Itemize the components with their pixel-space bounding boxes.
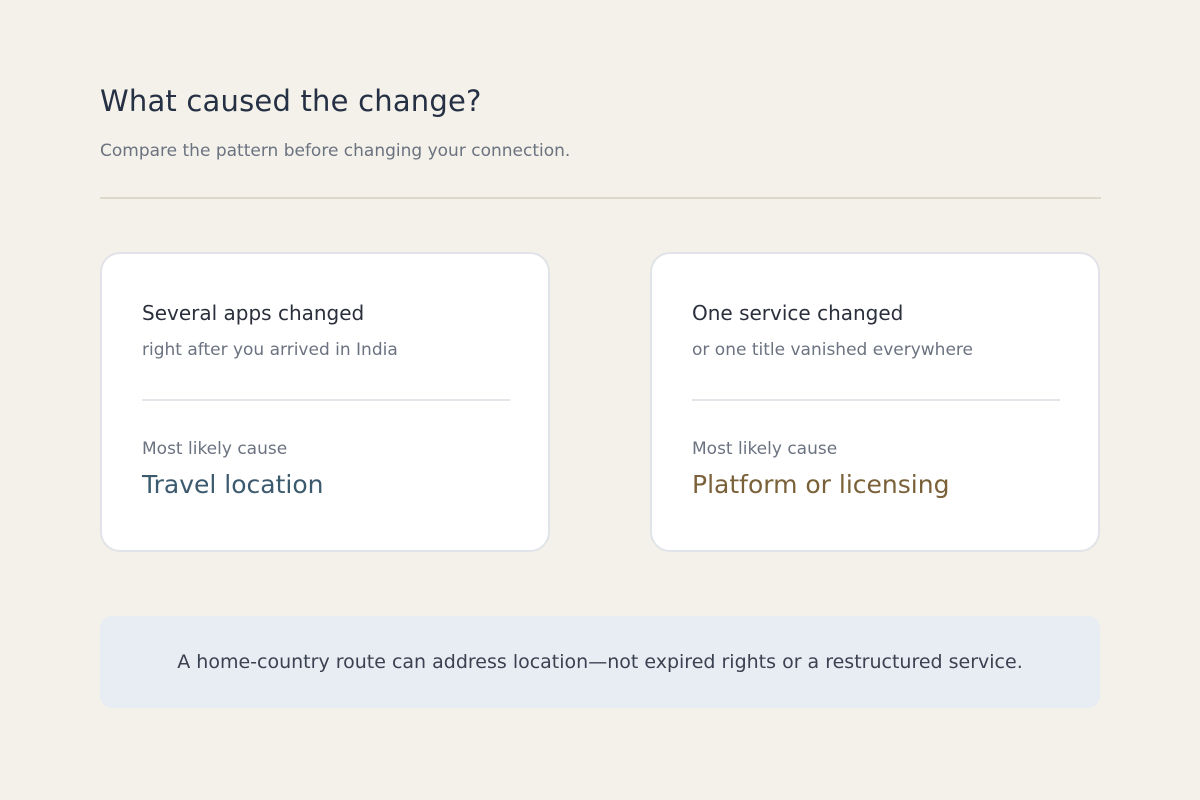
cause-label: Most likely cause — [142, 439, 288, 459]
note-box: A home-country route can address locatio… — [100, 616, 1100, 708]
cause-label: Most likely cause — [692, 439, 838, 459]
cause-value: Platform or licensing — [692, 470, 950, 499]
cause-card-several-apps: Several apps changed right after you arr… — [100, 252, 550, 552]
cause-value: Travel location — [142, 470, 324, 499]
header-divider — [100, 197, 1101, 199]
page-title: What caused the change? — [100, 84, 482, 118]
card-subtitle: or one title vanished everywhere — [692, 340, 973, 360]
page-subtitle: Compare the pattern before changing your… — [100, 141, 571, 161]
card-title: Several apps changed — [142, 301, 365, 325]
card-divider — [142, 399, 510, 401]
card-title: One service changed — [692, 301, 904, 325]
cause-card-one-service: One service changed or one title vanishe… — [650, 252, 1100, 552]
note-text: A home-country route can address locatio… — [177, 651, 1023, 673]
card-subtitle: right after you arrived in India — [142, 340, 398, 360]
card-divider — [692, 399, 1060, 401]
